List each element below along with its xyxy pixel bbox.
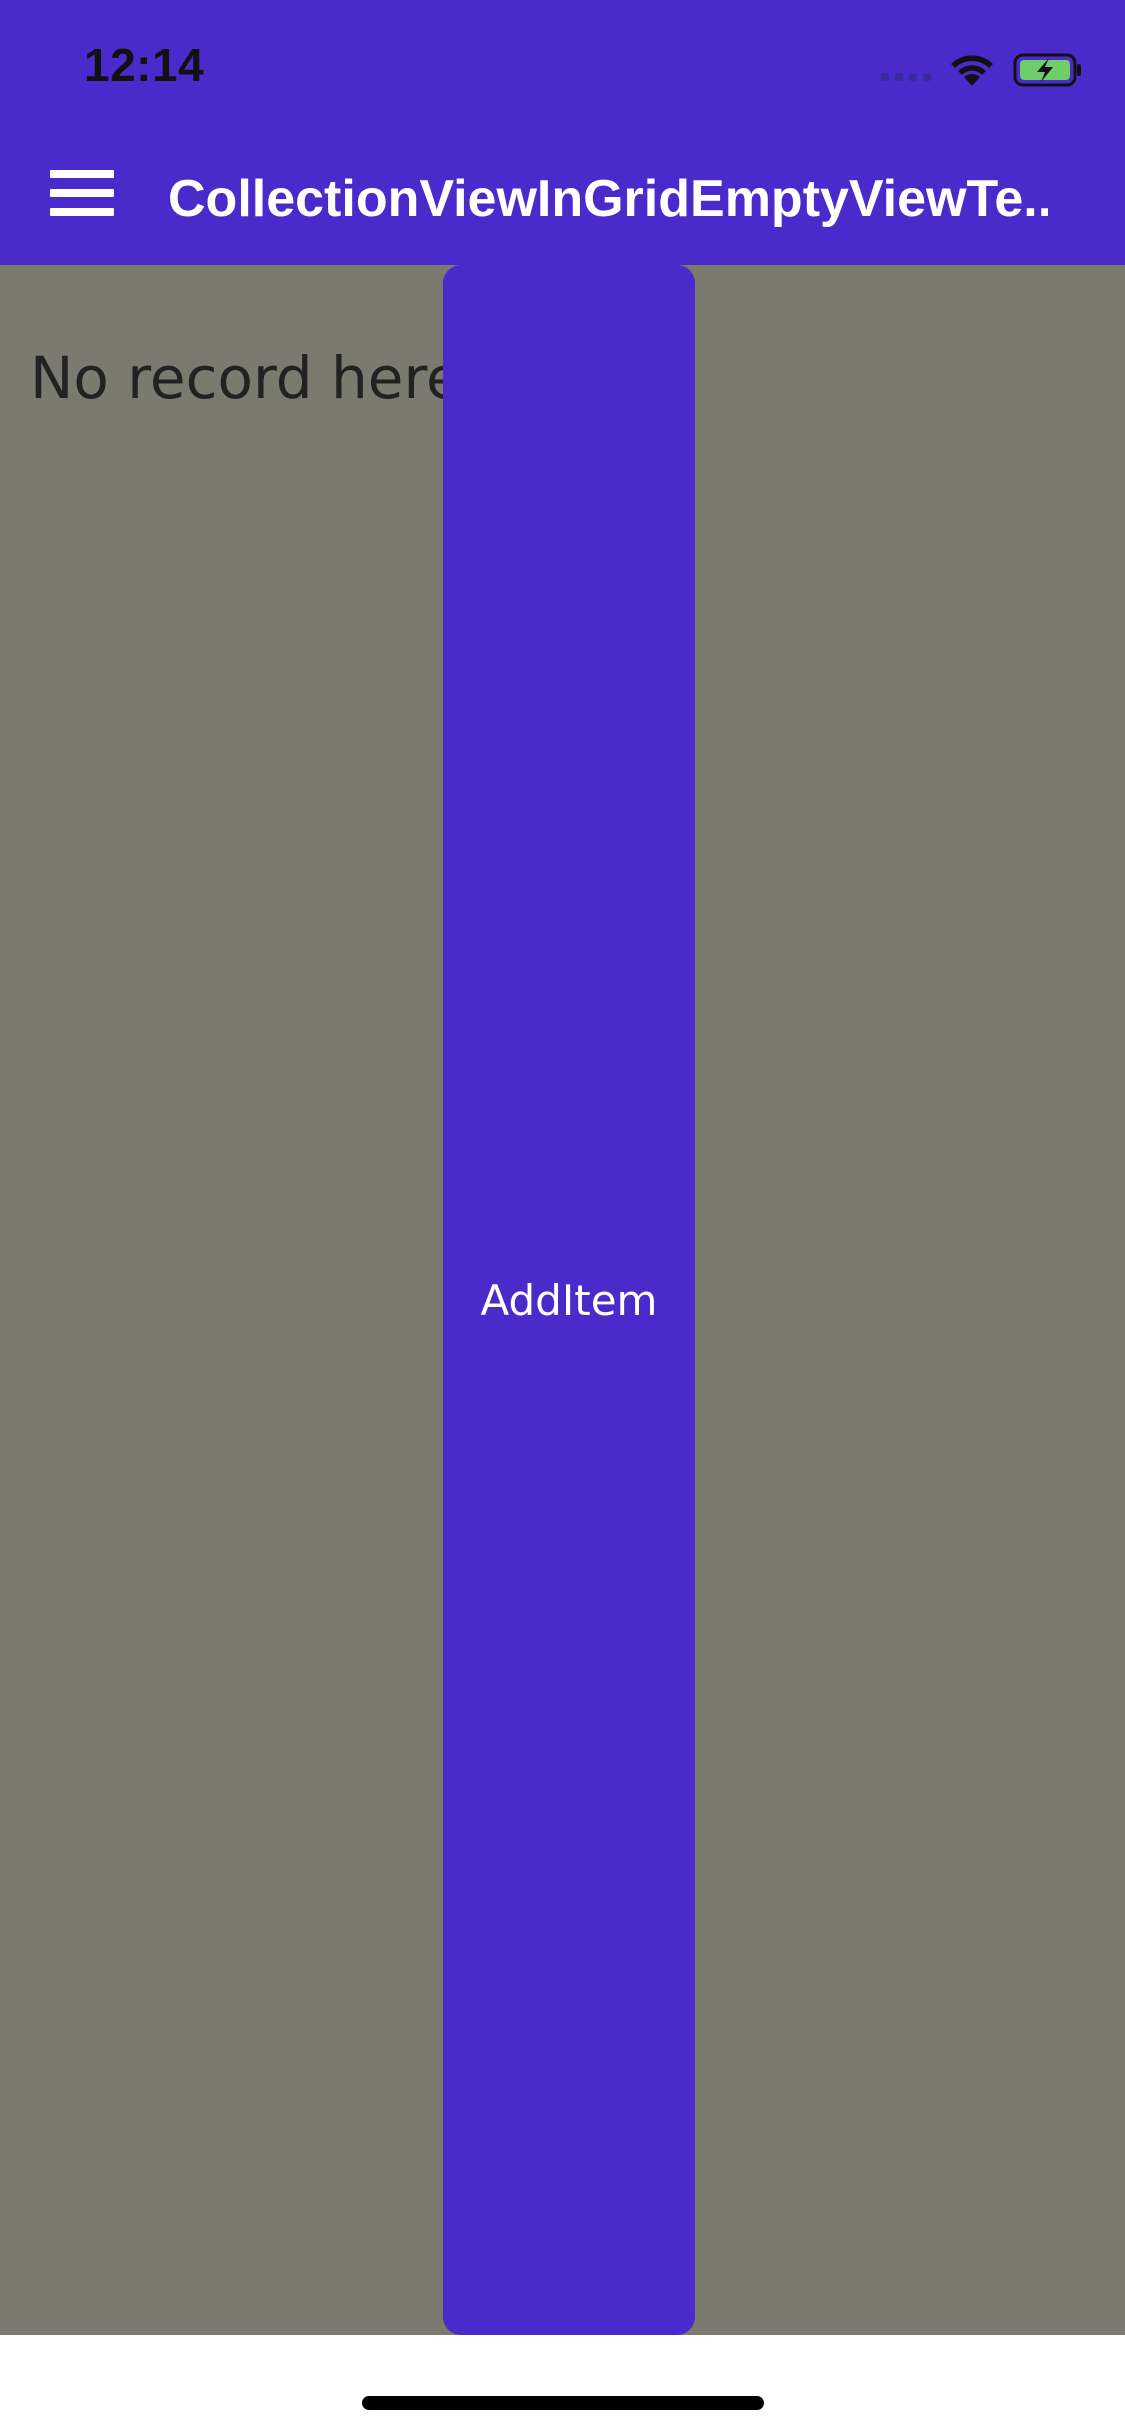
add-item-button[interactable]: AddItem <box>443 265 695 2335</box>
top-bar: 12:14 CollectionViewInGridEmptyViewTe... <box>0 0 1125 265</box>
page-title: CollectionViewInGridEmptyViewTe... <box>168 170 1048 228</box>
battery-charging-icon <box>1013 53 1081 87</box>
status-icons <box>881 48 1083 92</box>
home-indicator[interactable] <box>362 2396 764 2410</box>
cellular-signal-icon <box>881 55 931 85</box>
wifi-icon <box>951 55 993 86</box>
status-time: 12:14 <box>84 39 205 91</box>
hamburger-menu-icon[interactable] <box>50 168 114 218</box>
empty-view-label: No record here <box>30 344 462 412</box>
